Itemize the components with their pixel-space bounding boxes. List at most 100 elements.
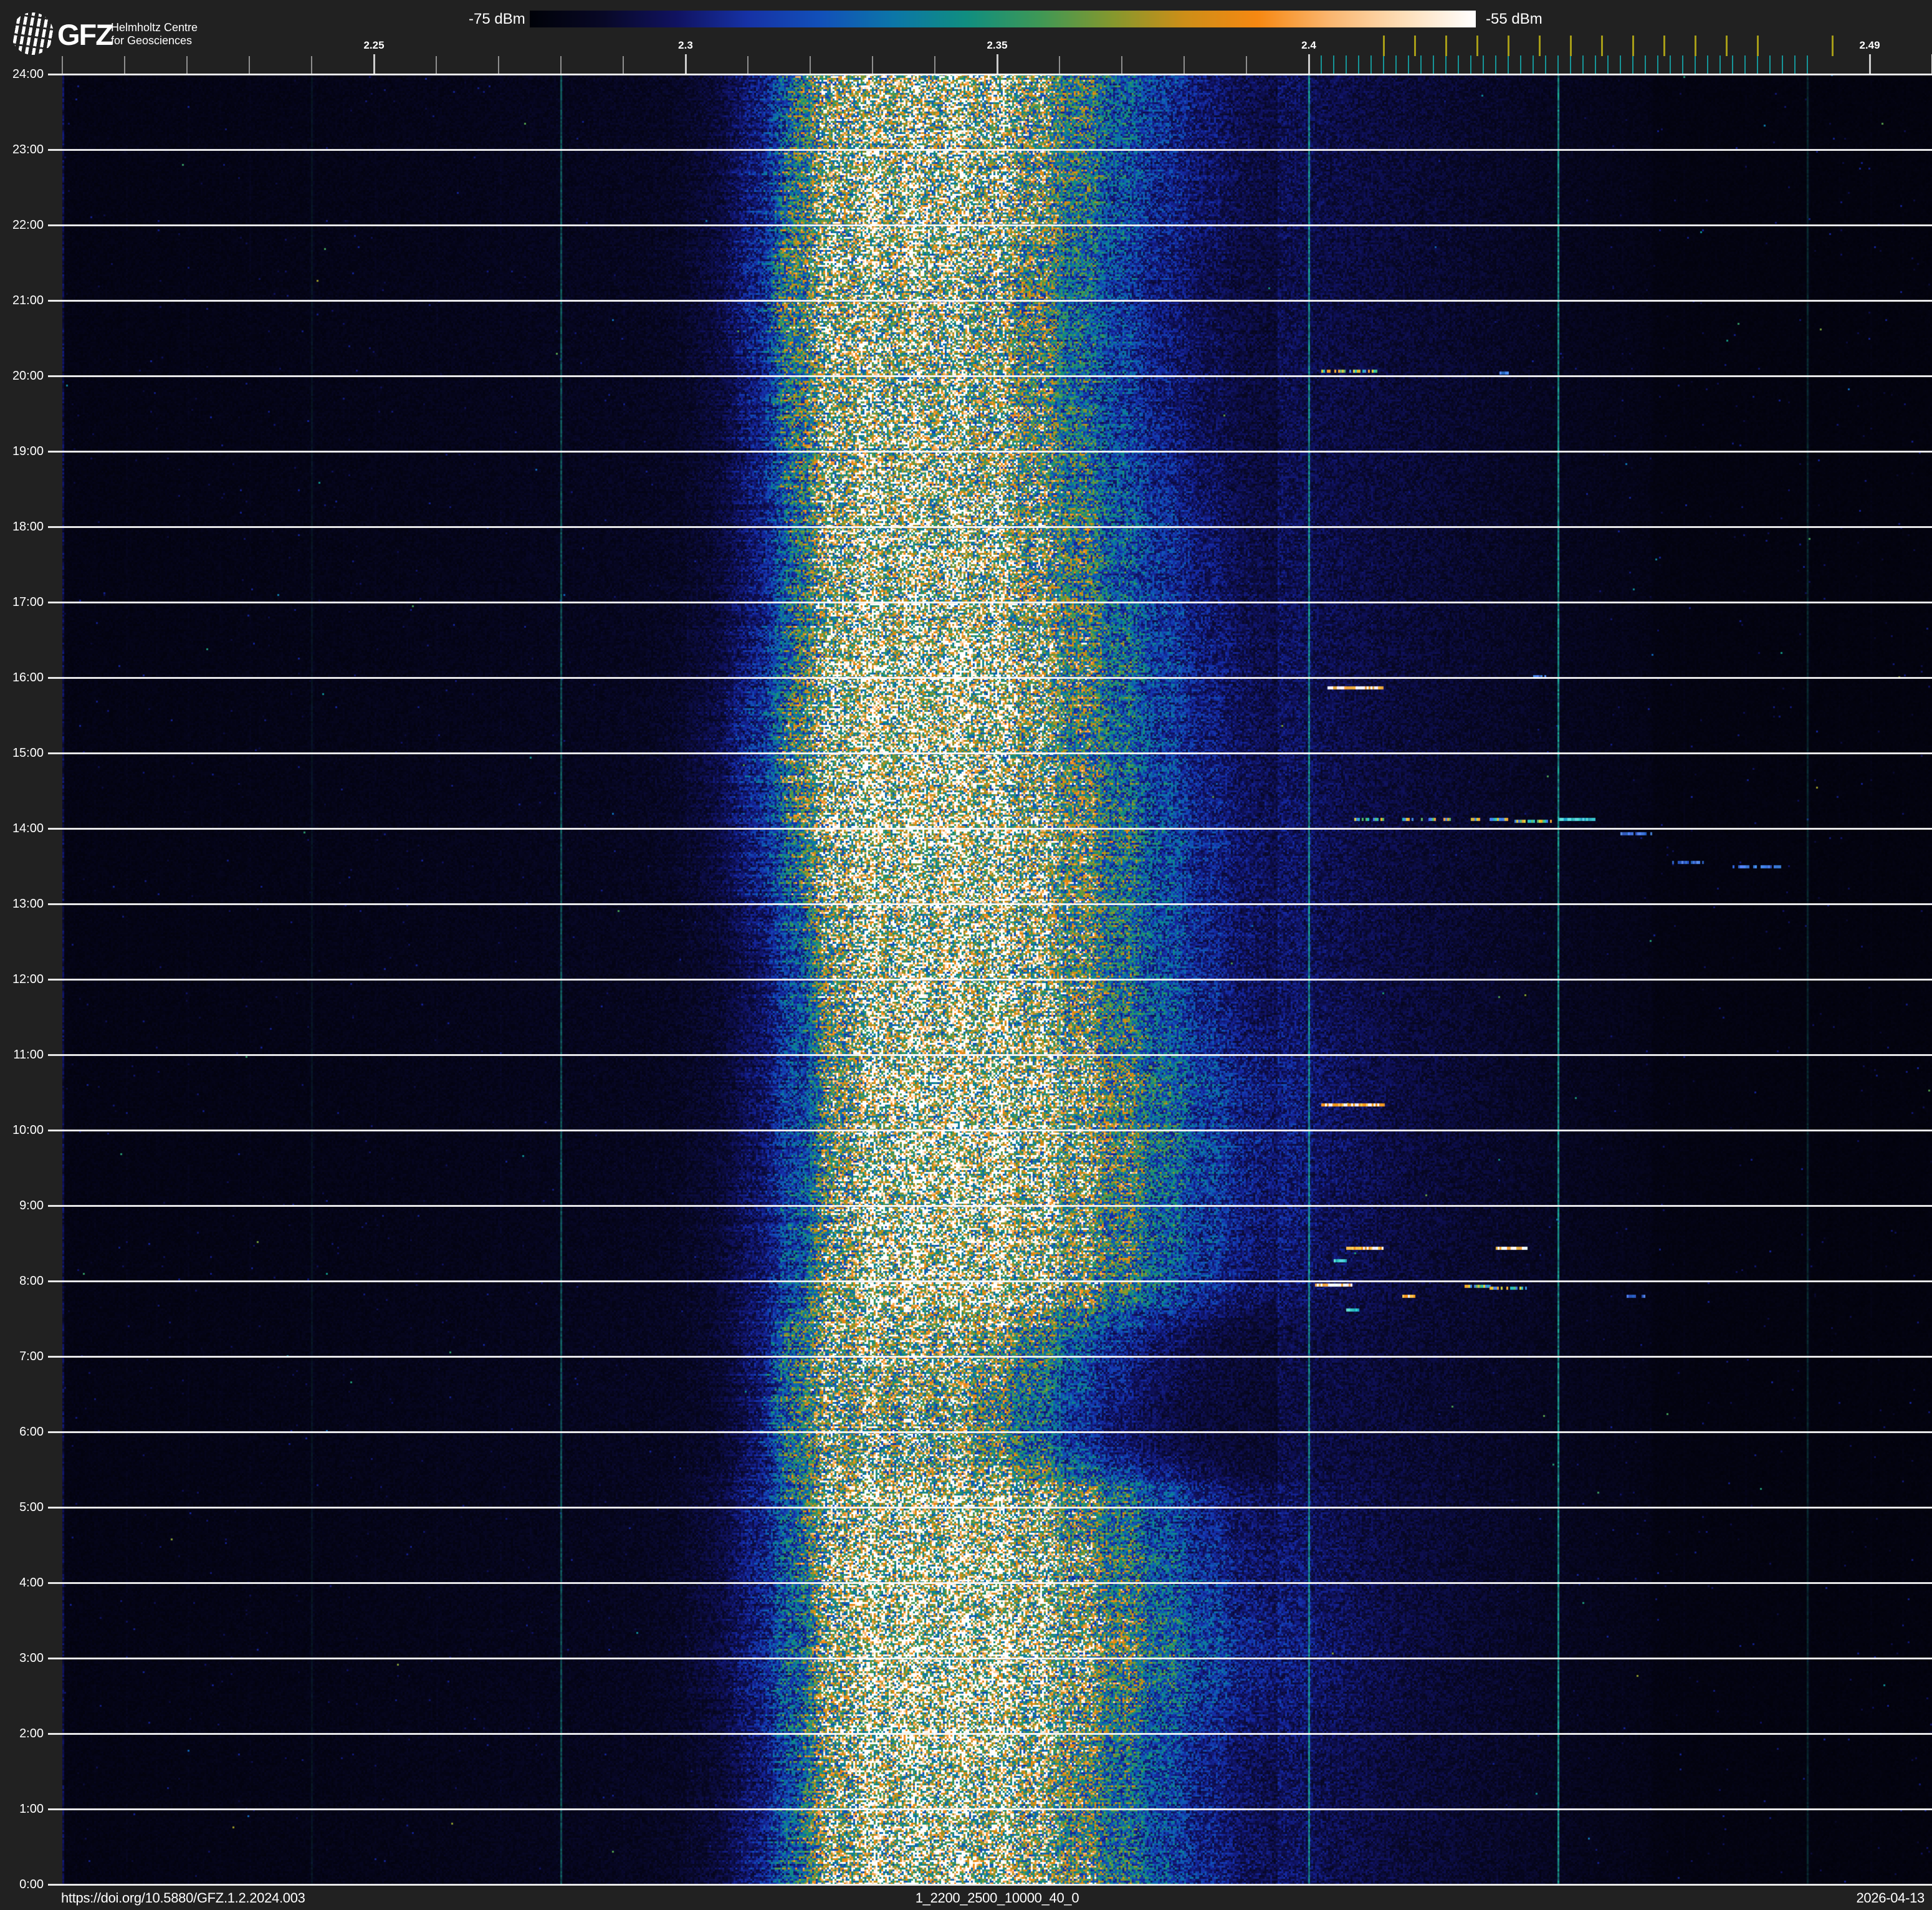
freq-minor-tick xyxy=(560,56,562,74)
ble-channel-tick xyxy=(1520,55,1521,74)
freq-minor-tick xyxy=(249,56,250,74)
freq-minor-tick xyxy=(872,56,873,74)
ble-channel-tick xyxy=(1570,55,1571,74)
ble-channel-tick xyxy=(1744,55,1746,74)
ble-channel-tick xyxy=(1321,55,1322,74)
wifi-channel-tick xyxy=(1476,36,1478,56)
freq-major-tick xyxy=(685,54,687,74)
freq-minor-tick xyxy=(1184,56,1185,74)
time-label: 12:00 xyxy=(12,972,44,986)
time-label: 23:00 xyxy=(12,143,44,156)
ble-channel-tick xyxy=(1757,55,1758,74)
ble-channel-tick xyxy=(1670,55,1671,74)
ble-channel-tick xyxy=(1470,55,1471,74)
spectrogram-page: { "branding": { "org_abbr": "GFZ", "org_… xyxy=(0,0,1932,1910)
hour-gridline xyxy=(48,300,1932,302)
time-label: 10:00 xyxy=(12,1123,44,1137)
hour-gridline xyxy=(48,1280,1932,1282)
hour-gridline xyxy=(48,1582,1932,1584)
ble-channel-tick xyxy=(1545,55,1546,74)
wifi-channel-tick xyxy=(1832,36,1834,56)
hour-gridline xyxy=(48,224,1932,226)
freq-major-tick xyxy=(1869,54,1871,74)
dataset-id: 1_2200_2500_10000_40_0 xyxy=(915,1890,1079,1906)
date-label: 2026-04-13 xyxy=(1856,1890,1925,1906)
time-label: 15:00 xyxy=(12,746,44,760)
hour-gridline xyxy=(48,1658,1932,1659)
time-label: 7:00 xyxy=(19,1350,44,1363)
ble-channel-tick xyxy=(1445,55,1447,74)
doi-link[interactable]: https://doi.org/10.5880/GFZ.1.2.2024.003 xyxy=(61,1890,305,1906)
wifi-channel-tick xyxy=(1414,36,1416,56)
hour-gridline xyxy=(48,1507,1932,1509)
ble-channel-tick xyxy=(1794,55,1796,74)
org-name-line2: for Geosciences xyxy=(111,34,193,47)
ble-channel-tick xyxy=(1346,55,1347,74)
freq-minor-tick xyxy=(1246,56,1247,74)
freq-major-tick xyxy=(997,54,998,74)
ble-channel-tick xyxy=(1732,55,1733,74)
hour-gridline xyxy=(48,1808,1932,1810)
ble-channel-tick xyxy=(1358,55,1359,74)
time-label: 3:00 xyxy=(19,1651,44,1665)
wifi-channel-tick xyxy=(1757,36,1759,56)
freq-minor-tick xyxy=(1059,56,1060,74)
ble-channel-tick xyxy=(1533,55,1534,74)
time-label: 16:00 xyxy=(12,671,44,684)
org-name: Helmholtz Centre for Geosciences xyxy=(111,21,198,47)
ble-channel-tick xyxy=(1458,55,1459,74)
freq-minor-tick xyxy=(186,56,188,74)
freq-minor-tick xyxy=(934,56,935,74)
ble-channel-tick xyxy=(1508,55,1509,74)
hour-gridline xyxy=(48,451,1932,453)
wifi-channel-tick xyxy=(1570,36,1572,56)
ble-channel-tick xyxy=(1557,55,1559,74)
ble-channel-tick xyxy=(1483,55,1484,74)
freq-minor-tick xyxy=(1121,56,1122,74)
hour-gridline xyxy=(48,677,1932,679)
time-label: 14:00 xyxy=(12,822,44,835)
ble-channel-tick xyxy=(1582,55,1584,74)
colorbar-min-label: -75 dBm xyxy=(469,11,525,27)
freq-minor-tick xyxy=(62,56,63,74)
time-label: 24:00 xyxy=(12,67,44,81)
freq-tick-label: 2.4 xyxy=(1301,39,1316,51)
wifi-channel-tick xyxy=(1539,36,1541,56)
wifi-channel-tick xyxy=(1695,36,1696,56)
header: GFZ Helmholtz Centre for Geosciences -75… xyxy=(0,0,1932,74)
hour-gridline xyxy=(48,602,1932,603)
hour-gridline xyxy=(48,149,1932,151)
freq-tick-label: 2.35 xyxy=(987,39,1008,51)
freq-minor-tick xyxy=(498,56,499,74)
ble-channel-tick xyxy=(1657,55,1658,74)
ble-channel-tick xyxy=(1682,55,1683,74)
time-label: 2:00 xyxy=(19,1727,44,1740)
hour-gridline xyxy=(48,1205,1932,1207)
hour-gridline xyxy=(48,74,1932,75)
time-label: 6:00 xyxy=(19,1425,44,1439)
time-label: 0:00 xyxy=(19,1878,44,1891)
wifi-channel-tick xyxy=(1508,36,1509,56)
freq-minor-tick xyxy=(436,56,437,74)
hour-gridline xyxy=(48,752,1932,754)
ble-channel-tick xyxy=(1769,55,1771,74)
freq-tick-label: 2.3 xyxy=(678,39,693,51)
org-abbreviation: GFZ xyxy=(57,18,113,51)
hour-gridline xyxy=(48,1884,1932,1886)
hour-gridline xyxy=(48,979,1932,981)
org-name-line1: Helmholtz Centre xyxy=(111,21,198,34)
hour-gridline xyxy=(48,1054,1932,1056)
ble-channel-tick xyxy=(1645,55,1646,74)
freq-major-tick xyxy=(373,54,375,74)
ble-channel-tick xyxy=(1333,55,1334,74)
freq-minor-tick xyxy=(747,56,748,74)
ble-channel-tick xyxy=(1433,55,1434,74)
ble-channel-tick xyxy=(1370,55,1372,74)
ble-channel-tick xyxy=(1719,55,1721,74)
ble-channel-tick xyxy=(1620,55,1621,74)
ble-channel-tick xyxy=(1383,55,1384,74)
colorbar-gradient xyxy=(530,11,1476,27)
freq-minor-tick xyxy=(623,56,624,74)
time-label: 13:00 xyxy=(12,897,44,911)
time-label: 5:00 xyxy=(19,1500,44,1514)
